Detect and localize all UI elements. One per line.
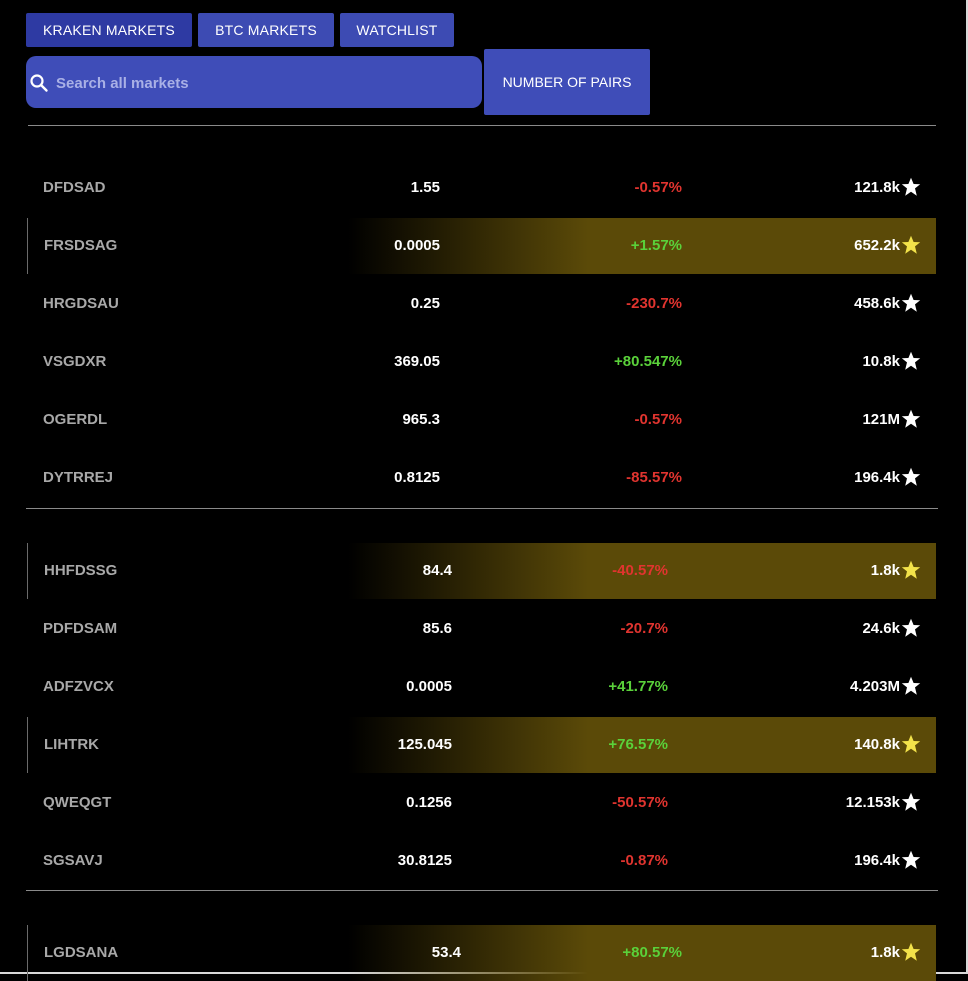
market-symbol: ADFZVCX <box>43 678 114 695</box>
market-change: +1.57% <box>630 237 682 254</box>
star-icon[interactable] <box>901 792 921 812</box>
market-change: -0.57% <box>634 411 682 428</box>
tab-kraken-markets[interactable]: KRAKEN MARKETS <box>26 13 192 47</box>
number-of-pairs-button[interactable]: NUMBER OF PAIRS <box>484 49 650 115</box>
star-icon[interactable] <box>901 293 921 313</box>
market-change: +80.547% <box>614 353 682 370</box>
market-change: +41.77% <box>608 678 668 695</box>
market-volume: 121.8k <box>854 179 900 196</box>
market-symbol: DFDSAD <box>43 179 106 196</box>
market-symbol: HHFDSSG <box>44 562 118 579</box>
market-price: 1.55 <box>410 179 440 196</box>
star-icon[interactable] <box>901 177 921 197</box>
tab-btc-markets[interactable]: BTC MARKETS <box>198 13 334 47</box>
group-divider <box>26 890 938 891</box>
star-icon[interactable] <box>901 676 921 696</box>
star-icon[interactable] <box>901 351 921 371</box>
search-box[interactable] <box>26 56 482 108</box>
market-change: -230.7% <box>626 295 682 312</box>
search-input[interactable] <box>54 70 468 96</box>
market-price: 84.4 <box>422 562 452 579</box>
tab-watchlist[interactable]: WATCHLIST <box>340 13 454 47</box>
table-row[interactable]: VSGDXR 369.05 +80.547% 10.8k <box>27 334 936 390</box>
market-price: 369.05 <box>394 353 440 370</box>
market-price: 0.25 <box>410 295 440 312</box>
market-volume: 121M <box>862 411 900 428</box>
market-volume: 4.203M <box>849 678 900 695</box>
table-row[interactable]: ADFZVCX 0.0005 +41.77% 4.203M <box>27 659 936 715</box>
market-price: 965.3 <box>402 411 440 428</box>
market-change: -0.87% <box>620 852 668 869</box>
market-change: -50.57% <box>612 794 668 811</box>
star-icon[interactable] <box>901 942 921 962</box>
market-price: 0.1256 <box>406 794 452 811</box>
market-change: +80.57% <box>622 944 682 961</box>
market-change: -40.57% <box>612 562 668 579</box>
search-icon <box>30 74 48 92</box>
market-symbol: OGERDL <box>43 411 108 428</box>
table-row[interactable]: DYTRREJ 0.8125 -85.57% 196.4k <box>27 450 936 506</box>
market-volume: 24.6k <box>862 620 900 637</box>
market-price: 0.0005 <box>406 678 452 695</box>
market-symbol: SGSAVJ <box>43 852 103 869</box>
market-change: -20.7% <box>620 620 668 637</box>
market-change: +76.57% <box>608 736 668 753</box>
market-symbol: VSGDXR <box>43 353 107 370</box>
market-volume: 1.8k <box>870 562 900 579</box>
market-volume: 10.8k <box>862 353 900 370</box>
market-volume: 458.6k <box>854 295 900 312</box>
market-symbol: PDFDSAM <box>43 620 118 637</box>
star-icon[interactable] <box>901 734 921 754</box>
table-row[interactable]: OGERDL 965.3 -0.57% 121M <box>27 392 936 448</box>
market-price: 85.6 <box>422 620 452 637</box>
market-price: 0.0005 <box>394 237 440 254</box>
star-icon[interactable] <box>901 467 921 487</box>
table-row[interactable]: PDFDSAM 85.6 -20.7% 24.6k <box>27 601 936 657</box>
market-symbol: FRSDSAG <box>44 237 118 254</box>
market-symbol: DYTRREJ <box>43 469 114 486</box>
table-row[interactable]: FRSDSAG 0.0005 +1.57% 652.2k <box>27 218 936 274</box>
market-volume: 196.4k <box>854 469 900 486</box>
table-row[interactable]: QWEQGT 0.1256 -50.57% 12.153k <box>27 775 936 831</box>
table-row[interactable]: HHFDSSG 84.4 -40.57% 1.8k <box>27 543 936 599</box>
market-change: -0.57% <box>634 179 682 196</box>
star-icon[interactable] <box>901 560 921 580</box>
star-icon[interactable] <box>901 409 921 429</box>
market-change: -85.57% <box>626 469 682 486</box>
group-divider <box>26 508 938 509</box>
market-price: 125.045 <box>397 736 452 753</box>
table-row[interactable]: LIHTRK 125.045 +76.57% 140.8k <box>27 717 936 773</box>
market-symbol: LGDSANA <box>44 944 119 961</box>
market-volume: 140.8k <box>854 736 900 753</box>
market-volume: 196.4k <box>854 852 900 869</box>
table-row[interactable]: SGSAVJ 30.8125 -0.87% 196.4k <box>27 833 936 889</box>
star-icon[interactable] <box>901 850 921 870</box>
table-row[interactable]: HRGDSAU 0.25 -230.7% 458.6k <box>27 276 936 332</box>
market-symbol: HRGDSAU <box>43 295 119 312</box>
star-icon[interactable] <box>901 618 921 638</box>
market-price: 53.4 <box>431 944 461 961</box>
market-price: 30.8125 <box>397 852 452 869</box>
header-divider <box>28 125 936 126</box>
table-row[interactable]: DFDSAD 1.55 -0.57% 121.8k <box>27 160 936 216</box>
table-row[interactable]: LGDSANA 53.4 +80.57% 1.8k <box>27 925 936 981</box>
star-icon[interactable] <box>901 235 921 255</box>
market-volume: 652.2k <box>854 237 900 254</box>
market-volume: 12.153k <box>845 794 900 811</box>
market-volume: 1.8k <box>870 944 900 961</box>
market-symbol: LIHTRK <box>44 736 99 753</box>
market-price: 0.8125 <box>394 469 440 486</box>
market-symbol: QWEQGT <box>43 794 112 811</box>
